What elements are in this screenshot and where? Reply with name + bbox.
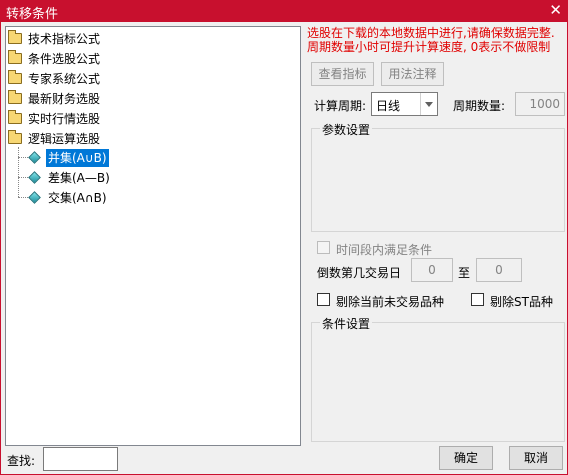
exclude-st-label: 剔除ST品种 <box>490 295 553 309</box>
conditions-group: 条件设置 <box>311 315 565 442</box>
search-input[interactable] <box>43 447 118 471</box>
period-label: 计算周期: <box>314 99 367 113</box>
time-condition-checkbox[interactable] <box>317 241 330 254</box>
view-indicator-button[interactable]: 查看指标 <box>311 62 374 86</box>
folder-icon <box>8 110 22 124</box>
tree-connector-lines <box>18 147 30 198</box>
diamond-icon <box>28 151 41 164</box>
reverse-day-label: 倒数第几交易日 <box>317 266 402 280</box>
notice-line-1: 选股在下载的本地数据中进行,请确保数据完整. <box>307 26 555 40</box>
diamond-icon <box>28 191 41 204</box>
tree-folder-label: 实时行情选股 <box>28 112 101 126</box>
tree-folder-label: 最新财务选股 <box>28 92 101 106</box>
notice-line-2: 周期数量小时可提升计算速度, 0表示不做限制 <box>307 40 551 54</box>
conditions-legend: 条件设置 <box>320 315 373 332</box>
tree-folder-label: 专家系统公式 <box>28 72 101 86</box>
period-count-label: 周期数量: <box>453 99 506 113</box>
time-condition-label: 时间段内满足条件 <box>336 243 433 257</box>
search-label: 查找: <box>7 454 36 468</box>
exclude-untraded-label: 剔除当前未交易品种 <box>336 295 445 309</box>
folder-icon <box>8 30 22 44</box>
period-select-value: 日线 <box>376 99 401 113</box>
folder-icon <box>8 70 22 84</box>
reverse-day-to-input[interactable]: 0 <box>476 258 522 282</box>
chevron-down-icon[interactable] <box>420 93 437 115</box>
notice-text: 选股在下载的本地数据中进行,请确保数据完整. 周期数量小时可提升计算速度, 0表… <box>307 26 565 54</box>
formula-tree[interactable]: 技术指标公式 条件选股公式 专家系统公式 最新财务选股 实时行情选股 逻辑运算选… <box>5 26 301 446</box>
cancel-button[interactable]: 取消 <box>509 446 563 470</box>
exclude-st-checkbox[interactable] <box>471 293 484 306</box>
reverse-day-from-input[interactable]: 0 <box>411 258 453 282</box>
exclude-untraded-checkbox[interactable] <box>317 293 330 306</box>
params-legend: 参数设置 <box>320 121 373 138</box>
ok-button[interactable]: 确定 <box>439 446 493 470</box>
tree-leaf-label: 并集(A∪B) <box>46 149 109 167</box>
window-title: 转移条件 <box>6 7 59 22</box>
diamond-icon <box>28 171 41 184</box>
period-select[interactable]: 日线 <box>371 92 438 116</box>
close-icon[interactable]: ✕ <box>549 1 562 19</box>
tree-leaf-label: 差集(A—B) <box>48 171 110 185</box>
folder-icon <box>8 130 22 144</box>
tree-folder-label: 逻辑运算选股 <box>28 132 101 146</box>
period-count-input[interactable]: 1000 <box>515 92 565 116</box>
dialog-body: 技术指标公式 条件选股公式 专家系统公式 最新财务选股 实时行情选股 逻辑运算选… <box>0 22 568 475</box>
folder-icon <box>8 50 22 64</box>
title-bar: 转移条件 ✕ <box>0 0 568 22</box>
usage-notes-button[interactable]: 用法注释 <box>381 62 444 86</box>
folder-icon <box>8 90 22 104</box>
tree-folder-label: 条件选股公式 <box>28 52 101 66</box>
params-group: 参数设置 <box>311 121 565 232</box>
tree-leaf-label: 交集(A∩B) <box>48 191 107 205</box>
reverse-day-to-label: 至 <box>458 266 471 280</box>
tree-folder-label: 技术指标公式 <box>28 32 101 46</box>
